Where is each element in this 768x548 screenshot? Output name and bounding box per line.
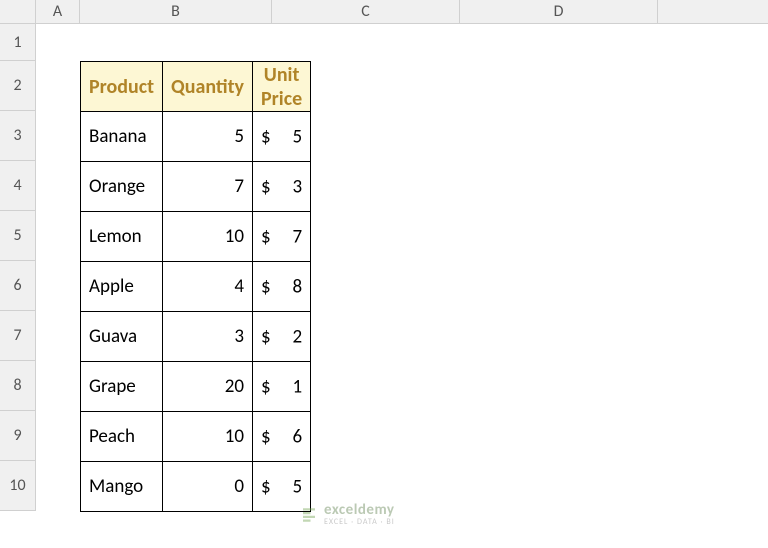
cell-unit-price[interactable]: $2 [253, 312, 311, 362]
cell-unit-price[interactable]: $7 [253, 212, 311, 262]
cell-unit-price[interactable]: $6 [253, 412, 311, 462]
price-value: 8 [293, 275, 303, 298]
row-header-7[interactable]: 7 [0, 311, 36, 361]
header-unit-price[interactable]: Unit Price [253, 62, 311, 112]
header-quantity[interactable]: Quantity [163, 62, 253, 112]
cell-product[interactable]: Mango [81, 462, 163, 512]
cell-quantity[interactable]: 20 [163, 362, 253, 412]
row-header-10[interactable]: 10 [0, 461, 36, 511]
header-product[interactable]: Product [81, 62, 163, 112]
cell-quantity[interactable]: 5 [163, 112, 253, 162]
table-row: Banana5$5 [81, 112, 311, 162]
col-header-d[interactable]: D [460, 0, 658, 23]
price-value: 3 [293, 175, 303, 198]
cell-product[interactable]: Orange [81, 162, 163, 212]
currency-symbol: $ [261, 375, 271, 398]
select-all-corner[interactable] [0, 0, 36, 24]
table-row: Peach10$6 [81, 412, 311, 462]
col-header-c[interactable]: C [272, 0, 460, 23]
cell-product[interactable]: Banana [81, 112, 163, 162]
cell-quantity[interactable]: 7 [163, 162, 253, 212]
row-header-6[interactable]: 6 [0, 261, 36, 311]
exceldemy-logo-icon [300, 506, 318, 524]
watermark-tagline: EXCEL · DATA · BI [324, 518, 395, 526]
cell-quantity[interactable]: 0 [163, 462, 253, 512]
row-header-5[interactable]: 5 [0, 211, 36, 261]
col-header-a[interactable]: A [36, 0, 80, 23]
price-value: 7 [293, 225, 303, 248]
table-row: Mango0 $5 [81, 462, 311, 512]
cell-unit-price[interactable]: $8 [253, 262, 311, 312]
currency-symbol: $ [261, 475, 271, 498]
table-row: Grape20$1 [81, 362, 311, 412]
price-value: 5 [293, 125, 303, 148]
currency-symbol: $ [261, 225, 271, 248]
price-value: 5 [293, 475, 303, 498]
currency-symbol: $ [261, 125, 271, 148]
row-headers-column: 1 2 3 4 5 6 7 8 9 10 [0, 24, 36, 511]
table-row: Guava3$2 [81, 312, 311, 362]
currency-symbol: $ [261, 275, 271, 298]
cell-quantity[interactable]: 3 [163, 312, 253, 362]
spreadsheet: A B C D 1 2 3 4 5 6 7 8 9 10 Product Qua… [0, 0, 768, 548]
currency-symbol: $ [261, 325, 271, 348]
cell-quantity[interactable]: 10 [163, 212, 253, 262]
currency-symbol: $ [261, 175, 271, 198]
table-header-row: Product Quantity Unit Price [81, 62, 311, 112]
table-row: Apple4$8 [81, 262, 311, 312]
cell-unit-price[interactable]: $3 [253, 162, 311, 212]
table-row: Lemon10$7 [81, 212, 311, 262]
col-header-b[interactable]: B [80, 0, 272, 23]
cell-product[interactable]: Peach [81, 412, 163, 462]
column-headers-row: A B C D [0, 0, 768, 24]
watermark-brand: exceldemy [324, 503, 395, 518]
price-value: 1 [293, 375, 303, 398]
row-header-9[interactable]: 9 [0, 411, 36, 461]
row-header-1[interactable]: 1 [0, 24, 36, 61]
cell-quantity[interactable]: 4 [163, 262, 253, 312]
table-row: Orange7$3 [81, 162, 311, 212]
price-value: 2 [293, 325, 303, 348]
cell-product[interactable]: Guava [81, 312, 163, 362]
cell-product[interactable]: Apple [81, 262, 163, 312]
row-header-3[interactable]: 3 [0, 111, 36, 161]
cell-product[interactable]: Lemon [81, 212, 163, 262]
currency-symbol: $ [261, 425, 271, 448]
cell-unit-price[interactable]: $5 [253, 112, 311, 162]
cell-product[interactable]: Grape [81, 362, 163, 412]
data-table: Product Quantity Unit Price Banana5$5Ora… [80, 61, 311, 512]
cell-quantity[interactable]: 10 [163, 412, 253, 462]
watermark: exceldemy EXCEL · DATA · BI [300, 503, 395, 526]
cell-unit-price[interactable]: $1 [253, 362, 311, 412]
row-header-8[interactable]: 8 [0, 361, 36, 411]
row-header-2[interactable]: 2 [0, 61, 36, 111]
row-header-4[interactable]: 4 [0, 161, 36, 211]
price-value: 6 [293, 425, 303, 448]
